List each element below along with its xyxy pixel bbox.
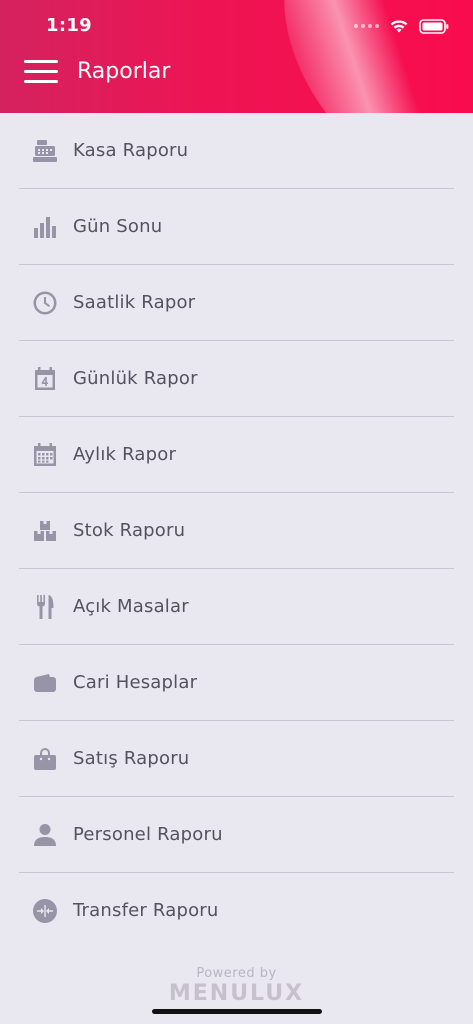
menu-item-transfer-raporu[interactable]: Transfer Raporu: [19, 873, 454, 948]
menu-item-stok-raporu[interactable]: Stok Raporu: [19, 493, 454, 569]
battery-icon: [419, 18, 449, 34]
wallet-icon: [31, 669, 59, 697]
menu-item-label: Personel Raporu: [73, 824, 223, 845]
menu-item-acik-masalar[interactable]: Açık Masalar: [19, 569, 454, 645]
menu-item-label: Günlük Rapor: [73, 368, 198, 389]
menu-item-label: Cari Hesaplar: [73, 672, 198, 693]
powered-by-text: Powered by: [196, 966, 277, 981]
cash-register-icon: [31, 137, 59, 165]
home-indicator[interactable]: [152, 1009, 322, 1014]
menu-item-label: Stok Raporu: [73, 520, 186, 541]
menu-item-aylik-rapor[interactable]: Aylık Rapor: [19, 417, 454, 493]
report-list: Kasa Raporu Gün Sonu Saatlik Rapor Günlü…: [19, 113, 454, 948]
menu-item-label: Kasa Raporu: [73, 140, 189, 161]
boxes-icon: [31, 517, 59, 545]
menu-item-label: Saatlik Rapor: [73, 292, 196, 313]
shopping-bag-icon: [31, 745, 59, 773]
brand-logo: MENULUX: [168, 981, 305, 1006]
menu-item-kasa-raporu[interactable]: Kasa Raporu: [19, 113, 454, 189]
menu-item-label: Transfer Raporu: [73, 900, 219, 921]
person-icon: [31, 821, 59, 849]
menu-item-label: Gün Sonu: [73, 216, 163, 237]
status-icons: [354, 16, 449, 36]
menu-item-label: Aylık Rapor: [73, 444, 177, 465]
menu-item-gunluk-rapor[interactable]: Günlük Rapor: [19, 341, 454, 417]
app-header: 1:19 Raporlar: [0, 0, 473, 113]
clock-icon: [31, 289, 59, 317]
menu-item-gun-sonu[interactable]: Gün Sonu: [19, 189, 454, 265]
calendar-month-icon: [31, 441, 59, 469]
cellular-signal-icon: [354, 24, 379, 28]
transfer-icon: [31, 897, 59, 925]
menu-item-satis-raporu[interactable]: Satış Raporu: [19, 721, 454, 797]
fork-knife-icon: [31, 593, 59, 621]
footer: Powered by MENULUX: [0, 966, 473, 1006]
wifi-icon: [390, 20, 408, 33]
hamburger-menu-button[interactable]: [24, 58, 58, 86]
menu-item-saatlik-rapor[interactable]: Saatlik Rapor: [19, 265, 454, 341]
menu-item-personel-raporu[interactable]: Personel Raporu: [19, 797, 454, 873]
calendar-day-icon: [31, 365, 59, 393]
menu-item-label: Açık Masalar: [73, 596, 189, 617]
menu-item-label: Satış Raporu: [73, 748, 190, 769]
page-title: Raporlar: [77, 59, 171, 84]
menu-item-cari-hesaplar[interactable]: Cari Hesaplar: [19, 645, 454, 721]
status-time: 1:19: [46, 15, 92, 36]
bar-chart-icon: [31, 213, 59, 241]
